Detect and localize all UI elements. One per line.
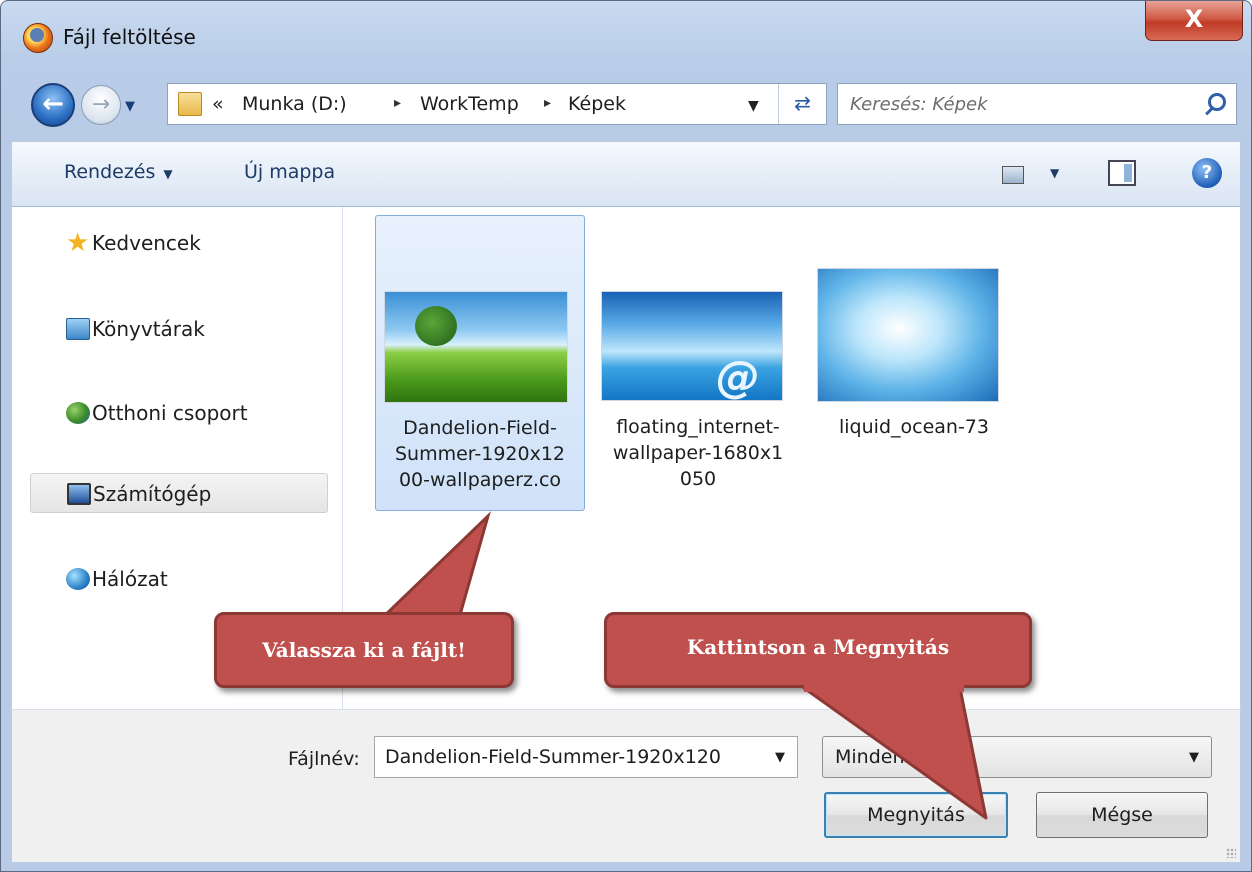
sidebar-item-label: Számítógép (93, 482, 212, 506)
file-name-line: 050 (679, 468, 717, 490)
command-bar: Rendezés ▼ Új mappa ▼ ? (11, 141, 1241, 207)
sidebar-item-computer[interactable]: Számítógép (30, 473, 328, 513)
view-mode-icon[interactable] (1002, 166, 1024, 184)
back-button[interactable]: ← (31, 83, 75, 127)
breadcrumb-kepek[interactable]: Képek (568, 93, 626, 115)
sidebar-item-network[interactable]: Hálózat (30, 559, 320, 599)
history-dropdown-icon[interactable]: ▼ (125, 99, 139, 114)
title-bar: Fájl feltöltése X (1, 1, 1251, 75)
breadcrumb-worktemp[interactable]: WorkTemp (420, 93, 519, 115)
file-name-line: wallpaper-1680x1 (612, 442, 784, 464)
chevron-down-icon[interactable]: ▼ (1189, 750, 1199, 765)
file-thumbnail (384, 291, 568, 403)
preview-pane-icon[interactable] (1108, 160, 1136, 186)
refresh-icon[interactable]: ⇄ (778, 84, 826, 124)
view-dropdown-icon[interactable]: ▼ (1050, 166, 1059, 180)
file-upload-dialog: Fájl feltöltése X ← → ▼ « Munka (D:) ▸ W… (0, 0, 1252, 872)
file-item[interactable]: liquid_ocean-73 (809, 215, 1019, 511)
sidebar-item-libraries[interactable]: Könyvtárak (30, 309, 320, 349)
address-dropdown-icon[interactable]: ▼ (748, 98, 759, 114)
network-icon (66, 568, 90, 590)
filename-field[interactable]: Dandelion-Field-Summer-1920x120 ▼ (374, 736, 798, 778)
chevron-down-icon: ▼ (163, 167, 173, 181)
sidebar-item-favorites[interactable]: ★ Kedvencek (30, 223, 320, 263)
callout-tail (802, 682, 988, 820)
folder-icon (178, 92, 202, 116)
callout-tail (374, 511, 491, 624)
help-icon[interactable]: ? (1192, 158, 1222, 188)
file-thumbnail (817, 268, 999, 402)
breadcrumb-separator-icon[interactable]: ▸ (394, 95, 401, 111)
filename-value[interactable]: Dandelion-Field-Summer-1920x120 (385, 746, 721, 768)
search-input[interactable] (850, 84, 1190, 124)
organize-button[interactable]: Rendezés ▼ (64, 161, 173, 183)
cancel-button[interactable]: Mégse (1036, 792, 1208, 838)
file-name-line: liquid_ocean-73 (839, 416, 989, 438)
navigation-bar: ← → ▼ « Munka (D:) ▸ WorkTemp ▸ Képek ▼ … (1, 75, 1251, 133)
close-button[interactable]: X (1145, 1, 1243, 41)
search-box[interactable] (837, 83, 1237, 125)
dialog-footer: Fájlnév: Dandelion-Field-Summer-1920x120… (11, 709, 1241, 863)
file-item[interactable]: Dandelion-Field- Summer-1920x12 00-wallp… (375, 215, 585, 511)
search-icon[interactable] (1208, 93, 1226, 111)
address-bar[interactable]: « Munka (D:) ▸ WorkTemp ▸ Képek ▼ ⇄ (167, 83, 827, 125)
library-icon (66, 318, 90, 340)
sidebar-item-label: Könyvtárak (92, 317, 205, 341)
select-file-callout: Válassza ki a fájlt! (214, 612, 514, 688)
file-name-line: Summer-1920x12 (394, 443, 566, 465)
homegroup-icon (66, 402, 90, 424)
file-name-line: floating_internet- (616, 416, 780, 438)
sidebar-item-label: Kedvencek (92, 231, 201, 255)
resize-grip-icon[interactable] (1226, 848, 1236, 858)
window-title: Fájl feltöltése (63, 25, 196, 49)
sidebar-item-label: Otthoni csoport (92, 401, 248, 425)
organize-label: Rendezés (64, 161, 156, 183)
new-folder-button[interactable]: Új mappa (244, 161, 335, 183)
star-icon: ★ (66, 228, 90, 258)
file-name-line: Dandelion-Field- (403, 417, 557, 439)
computer-icon (67, 483, 91, 505)
file-name-line: 00-wallpaperz.co (398, 469, 562, 491)
breadcrumb-drive[interactable]: Munka (D:) (242, 93, 347, 115)
breadcrumb-separator-icon[interactable]: ▸ (544, 95, 551, 111)
file-thumbnail (601, 291, 783, 401)
filename-label: Fájlnév: (288, 748, 360, 770)
sidebar-item-label: Hálózat (92, 567, 168, 591)
forward-button[interactable]: → (81, 85, 121, 125)
breadcrumb-overflow[interactable]: « (212, 93, 224, 115)
firefox-icon (23, 23, 53, 53)
sidebar-item-homegroup[interactable]: Otthoni csoport (30, 393, 320, 433)
file-item[interactable]: floating_internet- wallpaper-1680x1 050 (593, 215, 803, 511)
